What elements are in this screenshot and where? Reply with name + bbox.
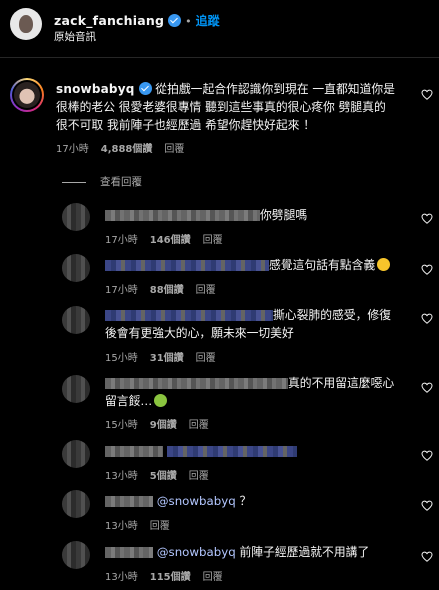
reply-7-text: 前陣子經歷過就不用講了 — [239, 545, 370, 559]
reply-avatar[interactable] — [62, 306, 90, 334]
reply-button[interactable]: 回覆 — [164, 144, 184, 155]
reply-button[interactable]: 回覆 — [189, 420, 209, 431]
like-count[interactable]: 5個讚 — [150, 471, 177, 482]
main-comment-body: snowbabyq 從拍戲一起合作認識你到現在 一直都知道你是 很棒的老公 很愛… — [56, 80, 408, 134]
reply-5-meta: 13小時 5個讚 回覆 — [105, 467, 221, 482]
redacted-username — [105, 496, 153, 507]
thinking-face-icon — [377, 258, 391, 271]
reply-4-line1: 真的不用留這麼噁心 — [105, 374, 405, 392]
reply-4-text: 真的不用留這麼噁心 — [288, 376, 395, 390]
reply-1-text: 你劈腿嗎 — [260, 208, 308, 222]
like-heart-icon[interactable] — [421, 551, 433, 562]
reply-avatar[interactable] — [62, 440, 90, 468]
main-comment-meta: 17小時 4,888個讚 回覆 — [56, 140, 196, 155]
like-heart-icon[interactable] — [421, 500, 433, 511]
like-heart-icon[interactable] — [421, 313, 433, 324]
reply-2-text: 感覺這句話有點含義 — [269, 258, 376, 272]
redacted-username — [105, 378, 288, 389]
reply-1-meta: 17小時 146個讚 回覆 — [105, 231, 235, 246]
reply-avatar[interactable] — [62, 490, 90, 518]
reply-3-body: 撕心裂肺的感受，修復 後會有更強大的心，願未來一切美好 — [105, 306, 405, 342]
comment-time: 17小時 — [105, 235, 138, 246]
reply-6-text: ？ — [239, 494, 252, 508]
like-count[interactable]: 9個讚 — [150, 420, 177, 431]
view-replies-toggle[interactable]: 查看回覆 — [62, 174, 142, 189]
redacted-username — [105, 547, 153, 558]
reply-button[interactable]: 回覆 — [196, 285, 216, 296]
reply-button[interactable]: 回覆 — [196, 353, 216, 364]
nauseated-face-icon — [154, 394, 168, 407]
like-count[interactable]: 4,888個讚 — [101, 144, 153, 155]
reply-4-meta: 15小時 9個讚 回覆 — [105, 416, 221, 431]
profile-avatar[interactable] — [10, 8, 42, 40]
reply-3-meta: 15小時 31個讚 回覆 — [105, 349, 228, 364]
reply-3-text: 撕心裂肺的感受，修復 — [273, 308, 391, 322]
reply-2-meta: 17小時 88個讚 回覆 — [105, 281, 228, 296]
reply-3-line1: 撕心裂肺的感受，修復 — [105, 306, 405, 324]
reply-avatar[interactable] — [62, 203, 90, 231]
like-count[interactable]: 115個讚 — [150, 572, 191, 583]
verified-badge-icon — [168, 14, 182, 27]
like-count[interactable]: 31個讚 — [150, 353, 184, 364]
like-heart-icon[interactable] — [421, 450, 433, 461]
reply-7-body: @snowbabyq 前陣子經歷過就不用講了 — [105, 543, 369, 561]
commenter-avatar[interactable] — [10, 78, 44, 112]
reply-avatar[interactable] — [62, 541, 90, 569]
like-count[interactable]: 88個讚 — [150, 285, 184, 296]
reply-7-meta: 13小時 115個讚 回覆 — [105, 568, 235, 583]
comment-time: 13小時 — [105, 572, 138, 583]
comment-time: 15小時 — [105, 353, 138, 364]
header-username[interactable]: zack_fanchiang — [54, 13, 164, 28]
reply-avatar[interactable] — [62, 375, 90, 403]
verified-badge-icon — [138, 82, 152, 95]
main-comment-line2: 很棒的老公 很愛老婆很專情 聽到這些事真的很心疼你 劈腿真的 — [56, 100, 386, 114]
reply-4-body: 真的不用留這麼噁心 留言餒… — [105, 374, 405, 410]
comment-time: 17小時 — [105, 285, 138, 296]
reply-4-text-line2: 留言餒… — [105, 394, 153, 408]
comment-time: 13小時 — [105, 521, 138, 532]
reply-2-body: 感覺這句話有點含義 — [105, 256, 391, 274]
comment-time: 15小時 — [105, 420, 138, 431]
reply-avatar[interactable] — [62, 254, 90, 282]
like-heart-icon[interactable] — [421, 264, 433, 275]
reply-button[interactable]: 回覆 — [203, 235, 223, 246]
reply-button[interactable]: 回覆 — [189, 471, 209, 482]
reply-1-body: 你劈腿嗎 — [105, 206, 307, 224]
reply-4-line2: 留言餒… — [105, 392, 405, 410]
header-divider — [0, 57, 439, 58]
comment-time: 13小時 — [105, 471, 138, 482]
view-replies-line — [62, 181, 86, 183]
follow-button[interactable]: 追蹤 — [196, 14, 220, 28]
reply-button[interactable]: 回覆 — [150, 521, 170, 532]
mention-link[interactable]: @snowbabyq — [157, 545, 236, 559]
redacted-username — [105, 210, 260, 221]
like-heart-icon[interactable] — [421, 89, 433, 100]
comment-time: 17小時 — [56, 144, 89, 155]
separator-dot: • — [185, 15, 192, 28]
reply-3-text-line2: 後會有更強大的心，願未來一切美好 — [105, 326, 294, 340]
redacted-username — [105, 310, 273, 321]
redacted-username — [105, 446, 163, 457]
like-count[interactable]: 146個讚 — [150, 235, 191, 246]
like-heart-icon[interactable] — [421, 213, 433, 224]
reply-6-meta: 13小時 回覆 — [105, 517, 182, 532]
main-comment-text: 從拍戲一起合作認識你到現在 一直都知道你是 — [155, 82, 395, 96]
mention-link[interactable]: @snowbabyq — [157, 494, 236, 508]
reply-5-body — [105, 442, 297, 460]
main-comment-line3: 很不可取 我前陣子也經歷過 希望你趕快好起來 ！ — [56, 118, 315, 132]
reply-6-body: @snowbabyq ？ — [105, 492, 251, 510]
main-comment-username[interactable]: snowbabyq — [56, 82, 135, 96]
avatar-photo — [14, 82, 40, 108]
main-comment-line1: snowbabyq 從拍戲一起合作認識你到現在 一直都知道你是 — [56, 80, 408, 98]
redacted-username — [105, 260, 269, 271]
reply-button[interactable]: 回覆 — [203, 572, 223, 583]
header-row: zack_fanchiang • 追蹤 — [54, 10, 220, 29]
view-replies-label[interactable]: 查看回覆 — [100, 176, 142, 188]
like-heart-icon[interactable] — [421, 382, 433, 393]
original-audio-link[interactable]: 原始音訊 — [54, 29, 96, 44]
redacted-text — [167, 446, 297, 457]
